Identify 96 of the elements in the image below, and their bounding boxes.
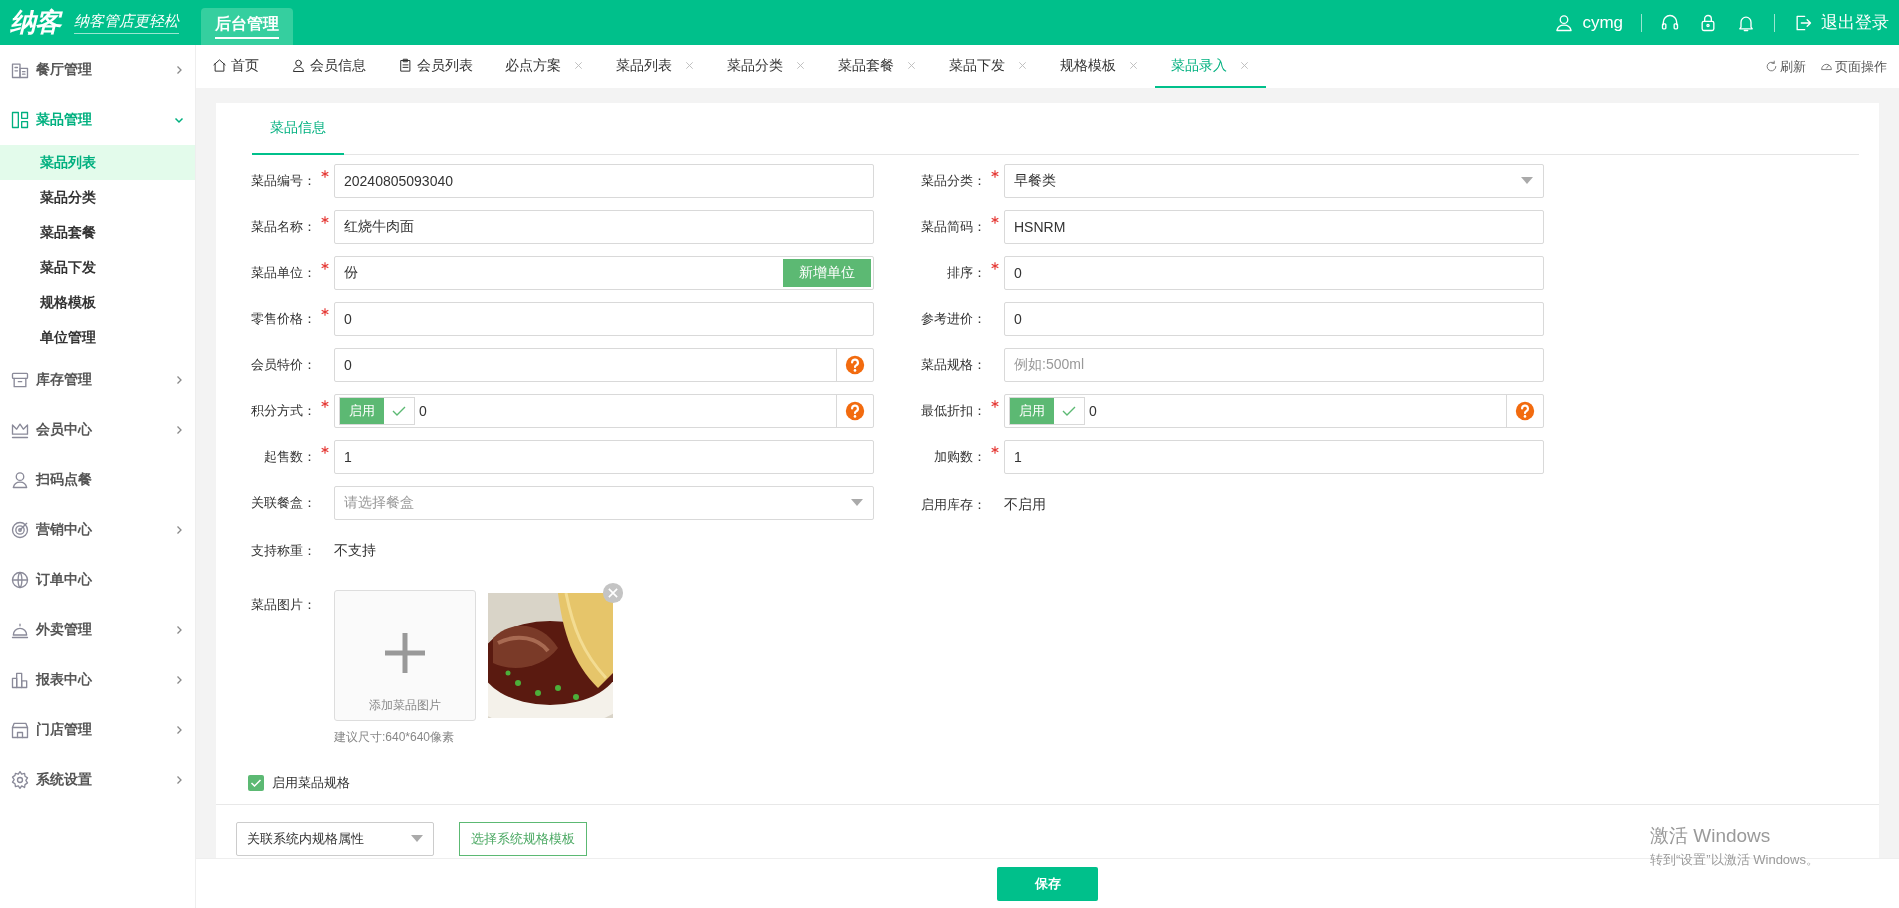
image-upload[interactable]: 添加菜品图片 [334, 590, 476, 721]
submenu-item[interactable]: 菜品下发 [0, 250, 195, 285]
close-icon[interactable] [1128, 60, 1139, 71]
user-icon[interactable] [1554, 12, 1575, 33]
sidebar-item[interactable]: 扫码点餐 [0, 455, 195, 505]
submenu-item[interactable]: 菜品分类 [0, 180, 195, 215]
sidebar-item[interactable]: 库存管理 [0, 355, 195, 405]
menu-item-icon [10, 370, 30, 390]
tab[interactable]: 必点方案 [489, 45, 600, 88]
tab[interactable]: 菜品下发 [933, 45, 1044, 88]
input-field[interactable]: 启用 0 [334, 394, 874, 428]
field-label: 参考进价： [920, 310, 986, 328]
toolbar-link[interactable]: 刷新 [1765, 57, 1806, 76]
user-icon [291, 58, 306, 73]
field-value: 不支持 [334, 542, 376, 560]
field-label: 起售数： [263, 448, 316, 466]
checkbox-label: 启用菜品规格 [272, 774, 350, 792]
menu-item-icon [10, 720, 30, 740]
field-label: 零售价格： [250, 310, 316, 328]
tab[interactable]: 会员信息 [275, 45, 382, 88]
sidebar-item[interactable]: 门店管理 [0, 705, 195, 755]
checkbox[interactable] [248, 775, 264, 791]
sidebar-item[interactable]: 餐厅管理 [0, 45, 195, 95]
dropdown-caret-icon [851, 499, 863, 507]
tab[interactable]: 菜品套餐 [822, 45, 933, 88]
menu-item-icon [10, 110, 30, 130]
check-icon [250, 777, 262, 789]
sidebar-item[interactable]: 营销中心 [0, 505, 195, 555]
clipboard-icon [398, 58, 413, 73]
activation-text: 转到“设置”以激活 Windows。 [1650, 851, 1819, 869]
field-label: 启用库存： [920, 496, 986, 514]
field-label: 会员特价： [250, 356, 316, 374]
field-label: 最低折扣： [920, 402, 986, 420]
input-field[interactable]: 红烧牛肉面 [334, 210, 874, 244]
input-field[interactable]: 0 [334, 348, 874, 382]
field-label: 菜品简码： [920, 218, 986, 236]
close-icon[interactable] [1017, 60, 1028, 71]
field-label: 菜品编号： [250, 172, 316, 190]
field-label: 菜品分类： [920, 172, 986, 190]
dropdown[interactable]: 关联系统内规格属性 [236, 821, 434, 856]
close-icon[interactable] [906, 60, 917, 71]
dropdown[interactable]: 早餐类 [1004, 164, 1544, 198]
submenu-item[interactable]: 菜品套餐 [0, 215, 195, 250]
home-icon [212, 58, 227, 73]
close-icon[interactable] [573, 60, 584, 71]
input-field[interactable]: 0 [1004, 256, 1544, 290]
refresh-icon [1765, 60, 1778, 73]
sidebar-item[interactable]: 系统设置 [0, 755, 195, 805]
close-icon[interactable] [795, 60, 806, 71]
tab[interactable]: 会员列表 [382, 45, 489, 88]
sidebar-item[interactable]: 报表中心 [0, 655, 195, 705]
menu-item-icon [10, 770, 30, 790]
field-value: 不启用 [1004, 496, 1046, 514]
help-icon[interactable] [845, 401, 865, 421]
dropdown-caret-icon [1521, 177, 1533, 185]
input-field[interactable]: 20240805093040 [334, 164, 874, 198]
field-label: 菜品名称： [250, 218, 316, 236]
submenu-item[interactable]: 规格模板 [0, 285, 195, 320]
field-label: 菜品图片： [250, 596, 316, 614]
sidebar-item[interactable]: 订单中心 [0, 555, 195, 605]
dropdown-caret-icon [411, 834, 423, 843]
sidebar-item[interactable]: 外卖管理 [0, 605, 195, 655]
field-label: 菜品规格： [920, 356, 986, 374]
menu-item-icon [10, 470, 30, 490]
tab[interactable]: 菜品分类 [711, 45, 822, 88]
tab[interactable]: 菜品列表 [600, 45, 711, 88]
toolbar-link[interactable]: 页面操作 [1820, 57, 1887, 76]
submenu-item[interactable]: 单位管理 [0, 320, 195, 355]
menu-item-icon [10, 520, 30, 540]
tab[interactable]: 首页 [196, 45, 275, 88]
remove-icon[interactable] [602, 582, 624, 604]
menu-item-icon [10, 670, 30, 690]
close-icon[interactable] [1239, 60, 1250, 71]
field-label: 支持称重： [250, 542, 316, 560]
field-label: 积分方式： [250, 402, 316, 420]
input-field[interactable]: 0 [1004, 302, 1544, 336]
close-icon[interactable] [684, 60, 695, 71]
tab[interactable]: 规格模板 [1044, 45, 1155, 88]
input-field[interactable]: HSNRM [1004, 210, 1544, 244]
slogan: 纳客管店更轻松 [74, 11, 179, 34]
activation-title: 激活 Windows [1650, 824, 1772, 848]
field-label: 菜品单位： [250, 264, 316, 282]
plus-icon [383, 631, 427, 675]
input-field[interactable]: 份 新增单位 [334, 256, 874, 290]
input-field[interactable]: 0 [334, 302, 874, 336]
size-hint: 建议尺寸:640*640像素 [334, 729, 456, 746]
field-label: 关联餐盒： [250, 494, 316, 512]
input-field[interactable]: 1 [334, 440, 874, 474]
help-icon[interactable] [1515, 401, 1535, 421]
menu-item-icon [10, 570, 30, 590]
input-field[interactable]: 启用 0 [1004, 394, 1544, 428]
field-label: 排序： [946, 264, 986, 282]
sidebar-item[interactable]: 会员中心 [0, 405, 195, 455]
input-field[interactable]: 1 [1004, 440, 1544, 474]
help-icon[interactable] [845, 355, 865, 375]
field-label: 加购数： [933, 448, 986, 466]
